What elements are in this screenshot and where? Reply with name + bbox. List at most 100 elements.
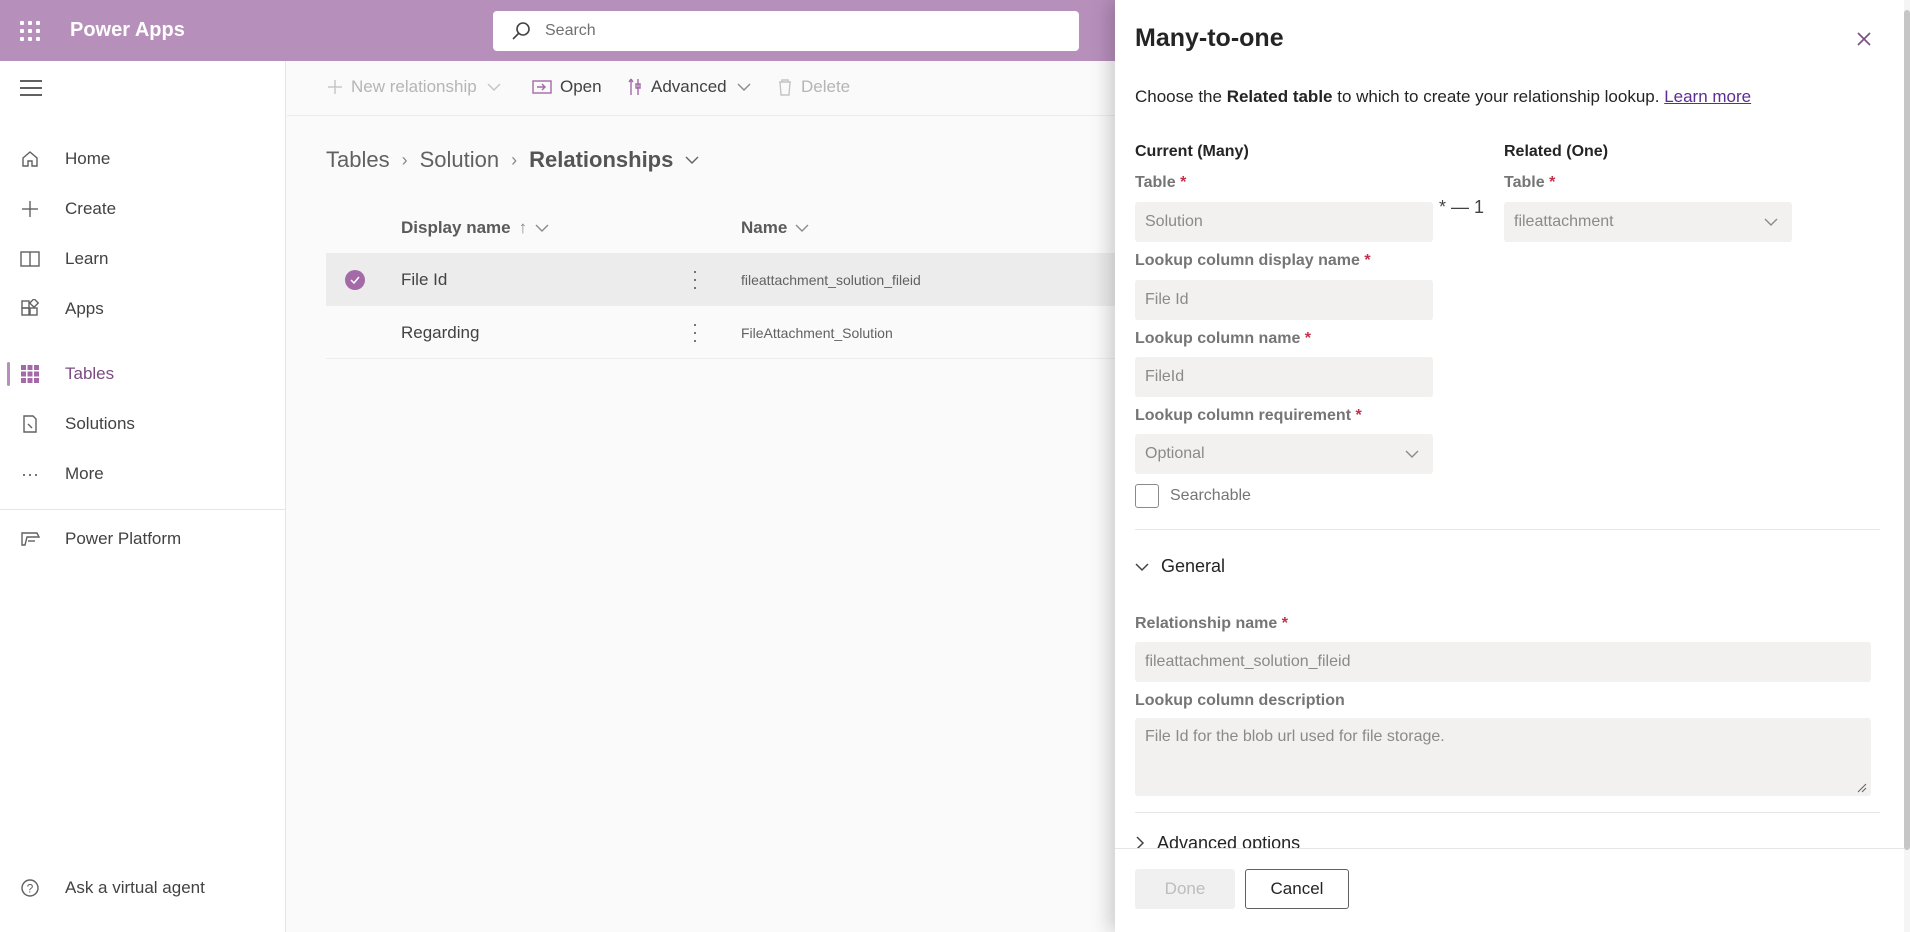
nav-item-tables[interactable]: Tables	[0, 354, 286, 394]
required-marker: *	[1304, 330, 1312, 347]
section-divider	[1135, 812, 1880, 813]
related-table-select[interactable]: fileattachment	[1504, 202, 1792, 242]
more-vertical-icon[interactable]: · · ·	[692, 262, 698, 296]
nav-item-home[interactable]: Home	[0, 139, 286, 179]
lookup-description-label: Lookup column description	[1135, 692, 1345, 709]
nav-label-power-platform: Power Platform	[65, 529, 182, 548]
chevron-down-icon	[737, 83, 751, 91]
required-marker: *	[1281, 615, 1288, 632]
nav-item-learn[interactable]: Learn	[0, 239, 286, 279]
chevron-down-icon	[795, 224, 809, 232]
open-label: Open	[560, 77, 602, 96]
new-relationship-button[interactable]: New relationship	[327, 77, 501, 97]
hamburger-menu-icon[interactable]	[20, 80, 42, 101]
power-platform-icon	[18, 527, 42, 551]
nav-item-create[interactable]: Create	[0, 189, 286, 229]
panel-title: Many-to-one	[1135, 24, 1284, 52]
lookup-display-name-label: Lookup column display name *	[1135, 252, 1371, 270]
breadcrumb-solution[interactable]: Solution	[420, 147, 500, 173]
lookup-requirement-select[interactable]: Optional	[1135, 434, 1433, 474]
relationship-name-label: Relationship name *	[1135, 615, 1288, 633]
searchable-checkbox[interactable]	[1135, 484, 1159, 508]
relationship-name-field[interactable]: fileattachment_solution_fileid	[1135, 642, 1871, 682]
search-input[interactable]	[545, 22, 1045, 40]
lookup-display-name-field[interactable]: File Id	[1135, 280, 1433, 320]
advanced-button[interactable]: Advanced	[627, 77, 751, 97]
section-divider	[1135, 529, 1880, 530]
nav-label-create: Create	[65, 199, 117, 218]
nav-item-power-platform[interactable]: Power Platform	[0, 519, 286, 559]
search-box[interactable]	[493, 11, 1079, 51]
lookup-column-name-label-text: Lookup column name	[1135, 330, 1301, 347]
chevron-down-icon	[1764, 218, 1778, 226]
more-icon: ···	[21, 463, 39, 484]
cancel-button[interactable]: Cancel	[1245, 869, 1349, 909]
breadcrumb-tables[interactable]: Tables	[326, 147, 390, 173]
lookup-requirement-label: Lookup column requirement *	[1135, 407, 1362, 425]
app-launcher-button[interactable]	[0, 0, 60, 61]
command-bar: New relationship Open Advanced Delete	[287, 61, 1117, 116]
book-icon	[18, 247, 42, 271]
required-marker: *	[1355, 407, 1362, 424]
required-marker: *	[1364, 252, 1371, 269]
checkmark-circle-icon[interactable]	[345, 270, 365, 290]
intro-text-prefix: Choose the	[1135, 87, 1227, 106]
app-title[interactable]: Power Apps	[70, 19, 185, 42]
column-header-name[interactable]: Name	[741, 218, 809, 238]
general-section-toggle[interactable]: General	[1135, 556, 1225, 577]
nav-label-virtual-agent: Ask a virtual agent	[65, 878, 205, 897]
related-one-heading: Related (One)	[1504, 143, 1609, 160]
scrollbar-thumb[interactable]	[1904, 10, 1910, 850]
lookup-column-name-field[interactable]: FileId	[1135, 357, 1433, 397]
general-section-label: General	[1161, 556, 1226, 576]
open-button[interactable]: Open	[532, 77, 602, 97]
table-row[interactable]: File Id · · · fileattachment_solution_file…	[326, 253, 1116, 306]
related-table-value: fileattachment	[1514, 213, 1614, 230]
lookup-description-value: File Id for the blob url used for file s…	[1145, 728, 1445, 745]
table-row[interactable]: Regarding · · · FileAttachment_Solution	[326, 306, 1116, 359]
panel-scrollbar[interactable]	[1904, 0, 1910, 932]
chevron-down-icon[interactable]	[685, 155, 699, 165]
resize-handle-icon[interactable]	[1857, 783, 1867, 793]
done-button[interactable]: Done	[1135, 869, 1235, 909]
lookup-requirement-value: Optional	[1145, 445, 1205, 462]
more-vertical-icon[interactable]: · · ·	[692, 315, 698, 349]
required-marker: *	[1180, 174, 1187, 191]
intro-text-bold: Related table	[1226, 87, 1333, 106]
search-icon	[512, 22, 530, 40]
panel-footer: Done Cancel	[1115, 848, 1910, 932]
learn-more-link[interactable]: Learn more	[1664, 87, 1751, 106]
relationship-name-label-text: Relationship name	[1135, 615, 1278, 632]
nav-item-apps[interactable]: Apps	[0, 289, 286, 329]
table-grid-icon	[18, 362, 42, 386]
row-display-name[interactable]: File Id	[401, 270, 447, 290]
nav-item-solutions[interactable]: Solutions	[0, 404, 286, 444]
nav-item-more[interactable]: ··· More	[0, 454, 286, 494]
close-button[interactable]	[1852, 27, 1876, 51]
related-table-label-text: Table	[1504, 174, 1545, 191]
searchable-label: Searchable	[1170, 487, 1251, 504]
nav-label-apps: Apps	[65, 299, 104, 318]
column-header-display-name[interactable]: Display name ↑	[401, 218, 549, 238]
chevron-right-icon: ›	[511, 149, 518, 170]
left-navigation: Home Create Learn Apps Tables Solutions …	[0, 61, 286, 932]
nav-item-virtual-agent[interactable]: ? Ask a virtual agent	[0, 868, 286, 908]
row-display-name[interactable]: Regarding	[401, 323, 479, 343]
many-to-one-panel: Many-to-one Choose the Related table to …	[1115, 0, 1910, 932]
delete-button[interactable]: Delete	[777, 77, 850, 97]
home-icon	[18, 147, 42, 171]
grid-header: Display name ↑ Name	[326, 205, 1116, 253]
current-many-heading: Current (Many)	[1135, 143, 1249, 160]
help-icon: ?	[18, 876, 42, 900]
lookup-description-textarea[interactable]: File Id for the blob url used for file s…	[1135, 718, 1871, 796]
panel-intro: Choose the Related table to which to cre…	[1135, 87, 1751, 107]
column-label-name: Name	[741, 218, 788, 237]
close-icon	[1857, 32, 1871, 46]
delete-label: Delete	[801, 77, 851, 96]
current-table-field: Solution	[1135, 202, 1433, 242]
breadcrumb-relationships[interactable]: Relationships	[529, 147, 673, 173]
new-relationship-label: New relationship	[351, 77, 477, 96]
trash-icon	[779, 79, 791, 96]
row-name: fileattachment_solution_fileid	[741, 272, 921, 288]
current-table-label: Table *	[1135, 174, 1186, 192]
